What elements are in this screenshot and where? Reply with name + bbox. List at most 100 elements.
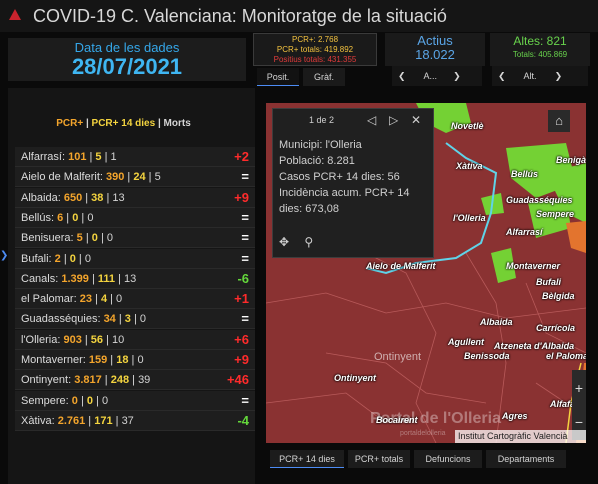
actius-nav: ❮ A... ❯ <box>392 66 482 86</box>
pcr14-value: 38 <box>91 192 104 204</box>
change-indicator: +9 <box>234 190 249 205</box>
map-label: Xàtiva <box>456 161 483 171</box>
actius-label: Actius <box>417 33 453 48</box>
altes-nav-label: Alt. <box>523 71 537 81</box>
list-item[interactable]: Xàtiva: 2.761 | 171 | 37 -4 <box>15 411 255 431</box>
tab-posit[interactable]: Posit. <box>257 68 299 86</box>
municipality-name: Bellús: <box>21 212 55 224</box>
pcr-value: 101 <box>68 151 87 163</box>
municipality-name: Aielo de Malferit: <box>21 171 103 183</box>
separator: | <box>78 212 88 224</box>
collapse-handle-icon[interactable]: ❯ <box>0 250 8 264</box>
list-item[interactable]: Albaida: 650 | 38 | 13 +9 <box>15 188 255 208</box>
separator: | <box>81 334 91 346</box>
pcr-value: 390 <box>106 171 125 183</box>
map-label: Bèlgida <box>542 291 575 301</box>
list-item[interactable]: Benisuera: 5 | 0 | 0 = <box>15 228 255 248</box>
morts-value: 13 <box>124 273 137 285</box>
municipality-name: el Palomar: <box>21 293 77 305</box>
separator: | <box>115 313 125 325</box>
separator: | <box>97 232 107 244</box>
list-item[interactable]: l'Olleria: 903 | 56 | 10 +6 <box>15 330 255 350</box>
pcr-value: 3.817 <box>74 374 102 386</box>
morts-value: 0 <box>116 293 123 305</box>
zoom-to-icon[interactable]: ⚲ <box>304 235 313 249</box>
map-label: Novetlè <box>451 121 484 131</box>
chevron-left-icon[interactable]: ❮ <box>398 71 406 82</box>
list-item[interactable]: Alfarrasí: 101 | 5 | 1 +2 <box>15 147 255 167</box>
morts-value: 39 <box>138 374 151 386</box>
pcr-value: 903 <box>63 334 82 346</box>
list-item[interactable]: Canals: 1.399 | 111 | 13 -6 <box>15 269 255 289</box>
popup-actions: ✥ ⚲ <box>279 235 313 249</box>
map-label: el Palomar <box>546 351 586 361</box>
map-label: Montaverner <box>506 261 561 271</box>
municipality-name: Sempere: <box>21 395 69 407</box>
date-value: 28/07/2021 <box>71 54 183 79</box>
list-item[interactable]: el Palomar: 23 | 4 | 0 +1 <box>15 289 255 309</box>
popup-line: dies: 673,08 <box>279 203 339 215</box>
close-icon[interactable]: ✕ <box>411 113 421 127</box>
list-item[interactable]: Montaverner: 159 | 18 | 0 +9 <box>15 350 255 370</box>
chevron-right-icon[interactable]: ❯ <box>453 71 461 82</box>
morts-value: 5 <box>154 171 161 183</box>
info-popup: 1 de 2 ◁ ▷ ✕ Municipi: l'Olleria Poblaci… <box>272 108 434 258</box>
pcr14-value: 248 <box>110 374 130 386</box>
app-title: COVID-19 C. Valenciana: Monitoratge de l… <box>33 6 447 26</box>
header-separator: | <box>83 118 92 129</box>
tab-pcr-totals[interactable]: PCR+ totals <box>348 450 410 468</box>
separator: | <box>145 171 155 183</box>
altes-indicator: Altes: 821 Totals: 405.869 <box>490 33 590 66</box>
list-header: PCR+ | PCR+ 14 dies | Morts <box>0 118 247 134</box>
tab-departaments[interactable]: Departaments <box>486 450 566 468</box>
list-item[interactable]: Aielo de Malferit: 390 | 24 | 5 = <box>15 167 255 187</box>
change-indicator: +2 <box>234 149 249 164</box>
date-label: Data de les dades <box>74 40 180 55</box>
map-label: l'Olleria <box>453 213 486 223</box>
logo-icon <box>9 9 21 20</box>
pcr-total: PCR+ totals: 419.892 <box>276 45 354 54</box>
map-label: Ontinyent <box>334 373 376 383</box>
map-label: Aielo de Malferit <box>366 261 436 271</box>
change-indicator: -4 <box>237 413 249 428</box>
change-indicator: +9 <box>234 352 249 367</box>
separator: | <box>130 313 140 325</box>
separator: | <box>88 273 98 285</box>
map-attribution: Institut Cartogràfic Valencià <box>455 430 586 443</box>
list-item[interactable]: Bufali: 2 | 0 | 0 = <box>15 249 255 269</box>
map-label: Atzeneta d'Albaida <box>494 341 575 351</box>
tab-graf[interactable]: Gràf. <box>303 68 345 86</box>
list-item[interactable]: Guadasséquies: 34 | 3 | 0 = <box>15 309 255 329</box>
change-indicator: = <box>241 169 249 184</box>
move-icon[interactable]: ✥ <box>279 235 289 249</box>
home-icon[interactable]: ⌂ <box>548 110 570 132</box>
date-indicator: Data de les dades 28/07/2021 <box>8 38 246 81</box>
map-label: Alfarrasí <box>506 227 543 237</box>
list-item[interactable]: Bellús: 6 | 0 | 0 = <box>15 208 255 228</box>
map-label: Guadasséquies <box>506 195 573 205</box>
morts-value: 0 <box>101 395 109 407</box>
actius-nav-label: A... <box>423 71 438 81</box>
chevron-left-icon[interactable]: ◁ <box>367 113 376 127</box>
pcr-value: 34 <box>103 313 116 325</box>
chevron-left-icon[interactable]: ❮ <box>498 71 506 82</box>
popup-line: Població: 8.281 <box>279 155 355 167</box>
tab-pcr-14-dies[interactable]: PCR+ 14 dies <box>270 450 344 468</box>
zoom-out-icon[interactable]: − <box>572 414 586 430</box>
chevron-right-icon[interactable]: ▷ <box>389 113 398 127</box>
list-item[interactable]: Ontinyent: 3.817 | 248 | 39 +46 <box>15 370 255 390</box>
separator: | <box>107 354 117 366</box>
popup-header: 1 de 2 ◁ ▷ ✕ <box>273 109 433 133</box>
change-indicator: -6 <box>237 271 249 286</box>
chevron-right-icon[interactable]: ❯ <box>555 71 563 82</box>
municipality-name: Canals: <box>21 273 59 285</box>
zoom-in-icon[interactable]: + <box>572 380 586 396</box>
morts-value: 10 <box>112 334 125 346</box>
popup-line: Municipi: l'Olleria <box>279 139 362 151</box>
change-indicator: +6 <box>234 332 249 347</box>
pcr14-value: 18 <box>116 354 129 366</box>
tab-defuncions[interactable]: Defuncions <box>414 450 482 468</box>
list-item[interactable]: Sempere: 0 | 0 | 0 = <box>15 391 255 411</box>
change-indicator: = <box>241 311 249 326</box>
pcr14-value: 171 <box>94 415 113 427</box>
